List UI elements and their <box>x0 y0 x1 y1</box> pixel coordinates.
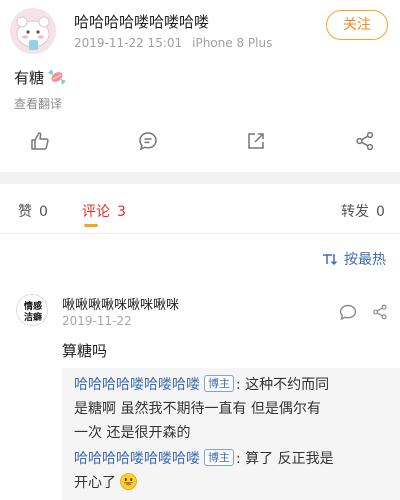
tab-likes[interactable]: 赞0 <box>18 201 48 221</box>
tab-comments-count: 3 <box>117 204 126 220</box>
reply-1-line-2: 是糖啊 虽然我不期待一直有 但是偶尔有 <box>74 401 321 417</box>
tabs-divider <box>0 233 400 234</box>
tab-reposts-count: 0 <box>376 204 385 220</box>
sort-toggle[interactable]: 按最热 <box>322 249 386 269</box>
commenter-username[interactable]: 啾啾啾啾咪啾咪啾咪 <box>62 294 179 313</box>
tab-reposts-label: 转发 <box>341 204 369 220</box>
follow-button[interactable]: 关注 <box>326 10 388 40</box>
comment-date: 2019-11-22 <box>62 314 132 328</box>
avatar-text-line-1: 情感 <box>23 300 42 312</box>
sort-icon <box>323 254 338 266</box>
translate-link[interactable]: 查看翻译 <box>14 95 62 112</box>
share-icon <box>248 133 264 149</box>
comment-share-icon <box>373 304 387 320</box>
reply-2-line-2: 开心了 <box>74 472 137 494</box>
share-button[interactable] <box>236 126 276 156</box>
candy-icon <box>46 66 68 88</box>
comment-reply-icon <box>339 304 357 320</box>
post-meta: 2019-11-22 15:01 iPhone 8 Plus <box>74 36 272 50</box>
post-text: 有糖 <box>14 66 68 88</box>
like-button[interactable] <box>20 126 60 156</box>
tab-comments[interactable]: 评论 3 <box>82 201 126 221</box>
network-share-button[interactable] <box>345 126 385 156</box>
post-author-avatar[interactable] <box>10 8 56 54</box>
author-badge: 博主 <box>204 449 234 466</box>
commenter-avatar[interactable]: 情感 洁癖 <box>16 294 48 326</box>
comment-reply-button[interactable] <box>336 302 360 322</box>
comment-icon <box>139 132 157 151</box>
author-badge: 博主 <box>204 375 234 392</box>
section-divider <box>0 172 400 184</box>
reply-2-line-1: 哈哈哈哈喽哈喽哈喽 博主: 算了 反正我是 <box>74 448 334 470</box>
comment-text: 算糖吗 <box>62 342 108 360</box>
replies-box[interactable]: 哈哈哈哈喽哈喽哈喽 博主: 这种不约而同 是糖啊 虽然我不期待一直有 但是偶尔有 … <box>62 368 400 500</box>
post-username[interactable]: 哈哈哈哈喽哈喽哈喽 <box>74 11 209 32</box>
post-device: iPhone 8 Plus <box>192 36 273 50</box>
comment-button[interactable] <box>128 126 168 156</box>
comment-share-button[interactable] <box>368 302 392 322</box>
reply-2-username[interactable]: 哈哈哈哈喽哈喽哈喽 <box>74 451 200 467</box>
reply-1-line-3: 一次 还是很开森的 <box>74 425 191 441</box>
tab-reposts[interactable]: 转发 0 <box>341 201 385 221</box>
reply-2-text-2: 开心了 <box>74 475 116 491</box>
reply-1-line-1: 哈哈哈哈喽哈喽哈喽 博主: 这种不约而同 <box>74 374 329 396</box>
sort-label: 按最热 <box>344 252 386 268</box>
tab-likes-count: 0 <box>39 204 48 220</box>
like-icon <box>31 132 49 150</box>
reply-1-text-1: : 这种不约而同 <box>236 377 330 393</box>
tab-likes-label: 赞 <box>18 204 32 220</box>
post-text-label: 有糖 <box>14 68 45 87</box>
grinning-face-icon <box>120 473 137 490</box>
active-tab-indicator <box>84 224 98 227</box>
post-timestamp: 2019-11-22 15:01 <box>74 36 183 50</box>
tab-comments-label: 评论 <box>82 204 110 220</box>
avatar-text-line-2: 洁癖 <box>24 311 42 323</box>
network-share-icon <box>356 131 374 151</box>
reply-1-username[interactable]: 哈哈哈哈喽哈喽哈喽 <box>74 377 200 393</box>
reply-2-text-1: : 算了 反正我是 <box>236 451 334 467</box>
